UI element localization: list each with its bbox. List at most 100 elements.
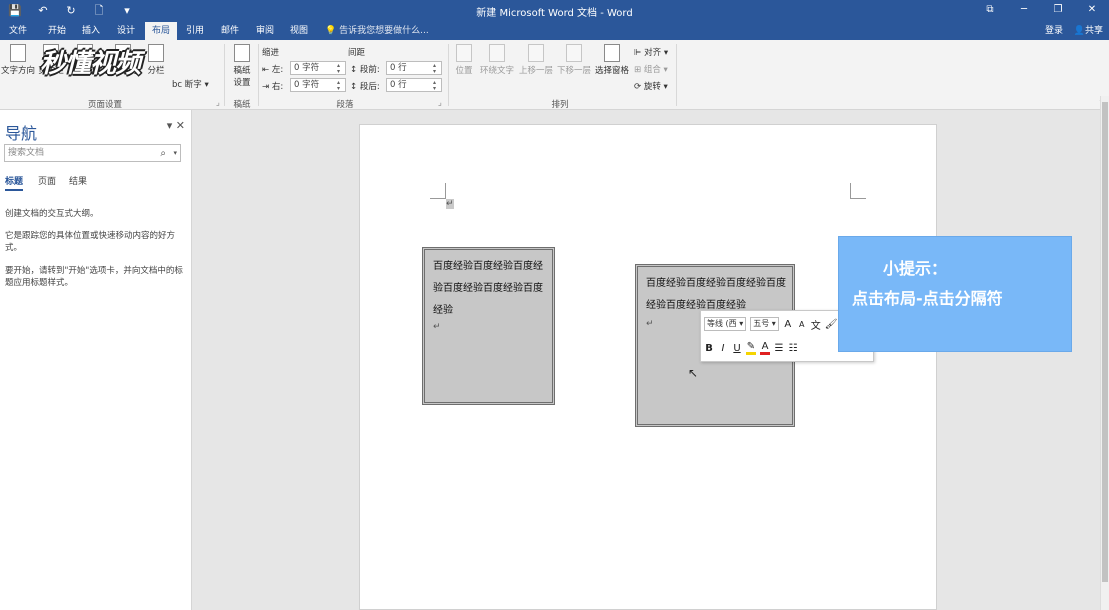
nav-search-input[interactable]: 搜索文档 ⌕ ▾ <box>4 144 181 162</box>
tab-file[interactable]: 文件 <box>0 22 36 40</box>
columns-button[interactable]: 分栏 <box>142 44 170 76</box>
rotate-icon: ⟳ <box>634 82 642 92</box>
scrollbar-thumb[interactable] <box>1102 102 1108 582</box>
indent-right-input[interactable]: 0 字符 <box>290 78 346 92</box>
divider <box>224 44 225 106</box>
nav-pane-close-icon[interactable]: ✕ <box>176 119 185 132</box>
format-painter-icon[interactable]: 🖌 <box>825 319 838 330</box>
italic-button[interactable]: I <box>718 343 728 354</box>
align-button[interactable]: ⊫ 对齐 ▾ <box>634 46 668 58</box>
manuscript-settings-button[interactable]: 稿纸 设置 <box>228 44 256 88</box>
indent-right-text: 右: <box>271 82 284 92</box>
search-icon[interactable]: ⌕ <box>160 146 166 162</box>
hyphenation-button[interactable]: bc 断字 ▾ <box>172 78 209 90</box>
text-direction-label: 文字方向 <box>0 66 35 76</box>
shrink-font-button[interactable]: A <box>797 320 807 329</box>
nav-tab-headings[interactable]: 标题 <box>5 174 24 191</box>
nav-pane-options-icon[interactable]: ▾ <box>167 119 173 132</box>
document-page[interactable]: ↵ 百度经验百度经验百度经验百度经验百度经验百度经验 ↵ 百度经验百度经验百度经… <box>359 124 937 610</box>
nav-pane-title: 导航 <box>5 124 38 143</box>
tab-layout[interactable]: 布局 <box>145 22 177 40</box>
manuscript-label-1: 稿纸 <box>233 66 251 76</box>
align-icon: ⊫ <box>634 48 642 58</box>
wrap-text-button[interactable]: 环绕文字 <box>478 44 516 76</box>
manuscript-label-2: 设置 <box>233 78 251 88</box>
tab-insert[interactable]: 插入 <box>76 22 106 40</box>
text-box-1[interactable]: 百度经验百度经验百度经验百度经验百度经验百度经验 ↵ <box>422 247 555 405</box>
mini-size-dropdown[interactable]: 五号 ▾ <box>750 317 779 331</box>
position-icon <box>456 44 472 62</box>
tab-home[interactable]: 开始 <box>40 22 74 40</box>
align-label: 对齐 <box>644 48 662 58</box>
spacing-before-input[interactable]: 0 行 <box>386 61 442 75</box>
numbering-icon[interactable]: ☷ <box>788 343 798 354</box>
mini-font-dropdown[interactable]: 等线 (西 ▾ <box>704 317 747 331</box>
grow-font-button[interactable]: A <box>783 319 793 330</box>
ribbon-display-icon[interactable]: ⧉ <box>973 0 1007 20</box>
nav-tab-pages[interactable]: 页面 <box>38 174 56 187</box>
nav-hint-2: 它是跟踪您的具体位置或快速移动内容的好方式。 <box>5 231 176 253</box>
paragraph-launcher-icon[interactable]: ⌟ <box>438 98 442 108</box>
mini-size-value: 五号 <box>753 319 770 328</box>
divider <box>258 44 259 106</box>
tab-design[interactable]: 设计 <box>110 22 142 40</box>
title-bar: 💾 ↶ ↻ 🗋 ▾ 新建 Microsoft Word 文档 - Word ⧉ … <box>0 0 1109 22</box>
phonetic-guide-button[interactable]: 文 <box>811 317 821 332</box>
person-icon: 👤 <box>1073 26 1085 36</box>
tip-title: 小提示： <box>883 259 948 278</box>
columns-icon <box>148 44 164 62</box>
minimize-icon[interactable]: ─ <box>1007 0 1041 20</box>
group-button[interactable]: ⊞ 组合 ▾ <box>634 63 668 75</box>
bold-button[interactable]: B <box>704 343 714 354</box>
crop-mark-top-right <box>850 183 866 199</box>
manuscript-icon <box>234 44 250 62</box>
selection-pane-button[interactable]: 选择窗格 <box>593 44 631 76</box>
indent-left-input[interactable]: 0 字符 <box>290 61 346 75</box>
ribbon-tab-bar: 文件 开始 插入 设计 布局 引用 邮件 审阅 视图 💡 告诉我您想要做什么..… <box>0 22 1109 40</box>
bullets-icon[interactable]: ☰ <box>774 343 784 354</box>
tab-references[interactable]: 引用 <box>180 22 210 40</box>
hyphenation-icon: bc <box>172 80 183 90</box>
text-direction-button[interactable]: 文字方向 <box>0 44 36 76</box>
crop-mark-top-left <box>430 183 446 199</box>
spacing-before-label: ↕ 段前: <box>350 63 380 75</box>
underline-button[interactable]: U <box>732 343 742 354</box>
send-backward-label: 下移一层 <box>556 66 591 76</box>
restore-icon[interactable]: ❐ <box>1041 0 1075 20</box>
bring-forward-label: 上移一层 <box>518 66 553 76</box>
mini-font-value: 等线 (西 <box>707 319 737 328</box>
hyphenation-label: 断字 <box>184 80 202 90</box>
page-setup-group-label: 页面设置 <box>87 100 122 110</box>
tab-mailings[interactable]: 邮件 <box>214 22 246 40</box>
tab-review[interactable]: 审阅 <box>250 22 280 40</box>
mouse-cursor-icon: ↖ <box>688 366 699 380</box>
send-backward-icon <box>566 44 582 62</box>
spacing-header: 间距 <box>348 48 366 58</box>
nav-hint-3: 要开始，请转到"开始"选项卡，并向文档中的标题应用标题样式。 <box>5 266 183 288</box>
vertical-scrollbar[interactable] <box>1100 96 1109 610</box>
highlight-icon[interactable]: ✎ <box>746 341 756 355</box>
close-icon[interactable]: ✕ <box>1075 0 1109 20</box>
tell-me-box[interactable]: 💡 告诉我您想要做什么... <box>325 22 429 40</box>
bring-forward-button[interactable]: 上移一层 <box>517 44 555 76</box>
search-dropdown-icon[interactable]: ▾ <box>173 145 177 161</box>
sign-in-link[interactable]: 登录 <box>1045 22 1063 40</box>
text-box-1-content[interactable]: 百度经验百度经验百度经验百度经验百度经验百度经验 <box>433 256 546 322</box>
share-button[interactable]: 👤共享 <box>1074 22 1103 40</box>
nav-pane-controls: ▾ ✕ <box>167 119 185 132</box>
tip-overlay: 小提示： 点击布局-点击分隔符 <box>838 236 1072 352</box>
send-backward-button[interactable]: 下移一层 <box>555 44 593 76</box>
rotate-label: 旋转 <box>643 82 661 92</box>
spacing-after-label: ↕ 段后: <box>350 80 380 92</box>
nav-tab-results[interactable]: 结果 <box>69 174 87 187</box>
nav-hint-1: 创建文档的交互式大纲。 <box>5 209 99 219</box>
paragraph-group-label: 段落 <box>336 100 354 110</box>
font-color-button[interactable]: A <box>760 341 770 355</box>
page-setup-launcher-icon[interactable]: ⌟ <box>216 98 220 108</box>
selection-pane-icon <box>604 44 620 62</box>
rotate-button[interactable]: ⟳ 旋转 ▾ <box>634 80 668 92</box>
position-button[interactable]: 位置 <box>452 44 476 76</box>
spacing-after-text: 段后: <box>359 82 380 92</box>
tab-view[interactable]: 视图 <box>284 22 314 40</box>
spacing-after-input[interactable]: 0 行 <box>386 78 442 92</box>
